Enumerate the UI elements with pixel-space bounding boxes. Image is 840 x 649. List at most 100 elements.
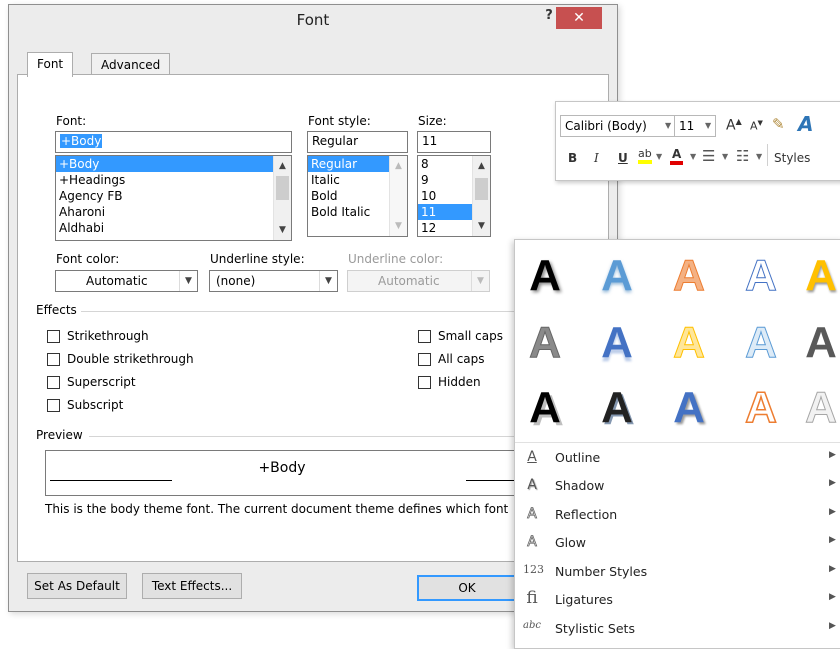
size-input[interactable]: 11 bbox=[417, 131, 491, 153]
list-item[interactable]: +Headings bbox=[56, 172, 291, 188]
effect-swatch[interactable]: A bbox=[659, 313, 719, 373]
size-list-scrollbar[interactable]: ▲ ▼ bbox=[472, 156, 490, 236]
tab-font[interactable]: Font bbox=[27, 52, 74, 77]
ok-button[interactable]: OK bbox=[417, 575, 517, 601]
effects-divider bbox=[81, 311, 581, 312]
font-style-scrollbar[interactable]: ▲ ▼ bbox=[389, 156, 407, 236]
tab-advanced[interactable]: Advanced bbox=[91, 53, 171, 76]
hidden-checkbox[interactable]: Hidden bbox=[418, 373, 481, 391]
numbering-icon[interactable]: ☷ bbox=[736, 147, 749, 165]
chevron-down-icon[interactable]: ▼ bbox=[690, 152, 696, 161]
effect-swatch[interactable]: A bbox=[587, 246, 647, 306]
chevron-right-icon: ▶ bbox=[829, 478, 836, 488]
effect-swatch[interactable]: A bbox=[791, 313, 840, 373]
effect-swatch[interactable]: A bbox=[515, 246, 575, 306]
text-effects-gallery: A A A A A A A A A A A A A A A A Outline … bbox=[514, 239, 840, 649]
chevron-down-icon[interactable]: ▼ bbox=[722, 152, 728, 161]
scroll-down-icon[interactable]: ▼ bbox=[473, 218, 490, 234]
effect-swatch[interactable]: A bbox=[515, 313, 575, 373]
font-list[interactable]: +Body +Headings Agency FB Aharoni Aldhab… bbox=[55, 155, 292, 241]
font-name-combo[interactable]: Calibri (Body) ▼ bbox=[560, 115, 678, 137]
small-caps-checkbox[interactable]: Small caps bbox=[418, 327, 503, 345]
underline-style-label: Underline style: bbox=[210, 252, 305, 266]
outline-icon: A bbox=[527, 449, 537, 465]
list-item[interactable]: Agency FB bbox=[56, 188, 291, 204]
superscript-checkbox[interactable]: Superscript bbox=[47, 373, 136, 391]
checkbox[interactable] bbox=[47, 352, 60, 366]
font-style-list[interactable]: Regular Italic Bold Bold Italic ▲ ▼ bbox=[307, 155, 408, 237]
effect-swatch[interactable]: A bbox=[791, 378, 840, 438]
size-list[interactable]: 8 9 10 11 12 ▲ ▼ bbox=[417, 155, 491, 237]
checkbox[interactable] bbox=[47, 329, 60, 343]
checkbox[interactable] bbox=[418, 375, 431, 389]
glow-icon: A bbox=[527, 534, 537, 551]
close-button[interactable]: ✕ bbox=[556, 7, 602, 29]
title-bar[interactable]: Font ? ✕ bbox=[9, 5, 617, 39]
scroll-down-icon[interactable]: ▼ bbox=[274, 222, 291, 238]
underline-color-select[interactable]: Automatic ▼ bbox=[347, 270, 490, 292]
bold-button[interactable]: B bbox=[568, 151, 577, 165]
scroll-up-icon[interactable]: ▲ bbox=[473, 158, 490, 174]
text-effects-button[interactable]: Text Effects... bbox=[142, 573, 242, 599]
set-as-default-button[interactable]: Set As Default bbox=[27, 573, 127, 599]
font-list-scrollbar[interactable]: ▲ ▼ bbox=[273, 156, 291, 240]
shadow-icon: A bbox=[527, 477, 537, 493]
preview-group-label: Preview bbox=[36, 428, 83, 442]
font-style-input[interactable]: Regular bbox=[307, 131, 408, 153]
list-item[interactable]: Aharoni bbox=[56, 204, 291, 220]
all-caps-checkbox[interactable]: All caps bbox=[418, 350, 485, 368]
effect-swatch[interactable]: A bbox=[587, 313, 647, 373]
checkbox[interactable] bbox=[47, 398, 60, 412]
bullets-icon[interactable]: ☰ bbox=[702, 147, 715, 165]
effect-swatch[interactable]: A bbox=[515, 378, 575, 438]
font-color-select[interactable]: Automatic ▼ bbox=[55, 270, 198, 292]
format-painter-icon[interactable]: ✎ bbox=[772, 115, 785, 133]
italic-button[interactable]: I bbox=[594, 151, 599, 165]
effect-swatch[interactable]: A bbox=[659, 246, 719, 306]
menu-item-outline[interactable]: A Outline ▶ bbox=[515, 444, 840, 472]
underline-style-select[interactable]: (none) ▼ bbox=[209, 270, 338, 292]
checkbox[interactable] bbox=[47, 375, 60, 389]
shrink-font-icon[interactable]: A▼ bbox=[750, 119, 763, 133]
list-item[interactable]: +Body bbox=[56, 156, 273, 172]
underline-button[interactable]: U bbox=[618, 151, 628, 165]
effect-swatch[interactable]: A bbox=[731, 378, 791, 438]
double-strikethrough-checkbox[interactable]: Double strikethrough bbox=[47, 350, 194, 368]
highlight-button[interactable]: ab bbox=[638, 148, 652, 164]
menu-item-ligatures[interactable]: fi Ligatures ▶ bbox=[515, 586, 840, 614]
checkbox[interactable] bbox=[418, 352, 431, 366]
effect-swatch[interactable]: A bbox=[731, 313, 791, 373]
scroll-down-icon[interactable]: ▼ bbox=[390, 218, 407, 234]
dialog-title: Font bbox=[296, 11, 330, 29]
subscript-checkbox[interactable]: Subscript bbox=[47, 396, 123, 414]
chevron-down-icon[interactable]: ▼ bbox=[756, 152, 762, 161]
chevron-down-icon: ▼ bbox=[471, 271, 489, 291]
styles-button[interactable]: Styles bbox=[774, 151, 810, 165]
effect-swatch[interactable]: A bbox=[587, 378, 647, 438]
list-item[interactable]: 11 bbox=[418, 204, 472, 220]
list-item[interactable]: Regular bbox=[308, 156, 389, 172]
font-color-button[interactable]: A bbox=[670, 147, 684, 165]
menu-item-number-styles[interactable]: 123 Number Styles ▶ bbox=[515, 558, 840, 586]
menu-item-reflection[interactable]: A Reflection ▶ bbox=[515, 501, 840, 529]
grow-font-icon[interactable]: A▲ bbox=[726, 117, 742, 134]
scroll-thumb[interactable] bbox=[276, 176, 289, 200]
scroll-thumb[interactable] bbox=[475, 178, 488, 200]
font-size-combo[interactable]: 11 ▼ bbox=[674, 115, 716, 137]
effect-swatch[interactable]: A bbox=[791, 246, 840, 306]
scroll-up-icon[interactable]: ▲ bbox=[390, 158, 407, 174]
scroll-up-icon[interactable]: ▲ bbox=[274, 158, 291, 174]
menu-item-glow[interactable]: A Glow ▶ bbox=[515, 529, 840, 557]
effect-swatch[interactable]: A bbox=[659, 378, 719, 438]
font-input[interactable]: +Body bbox=[55, 131, 292, 153]
list-item[interactable]: Aldhabi bbox=[56, 220, 291, 236]
effect-swatch[interactable]: A bbox=[731, 246, 791, 306]
menu-item-stylistic-sets[interactable]: abc Stylistic Sets ▶ bbox=[515, 615, 840, 643]
menu-item-shadow[interactable]: A Shadow ▶ bbox=[515, 472, 840, 500]
strikethrough-checkbox[interactable]: Strikethrough bbox=[47, 327, 149, 345]
chevron-down-icon[interactable]: ▼ bbox=[656, 152, 662, 161]
checkbox[interactable] bbox=[418, 329, 431, 343]
text-effects-icon[interactable]: A bbox=[798, 112, 813, 136]
reflection-icon: A bbox=[527, 506, 537, 523]
chevron-right-icon: ▶ bbox=[829, 564, 836, 574]
